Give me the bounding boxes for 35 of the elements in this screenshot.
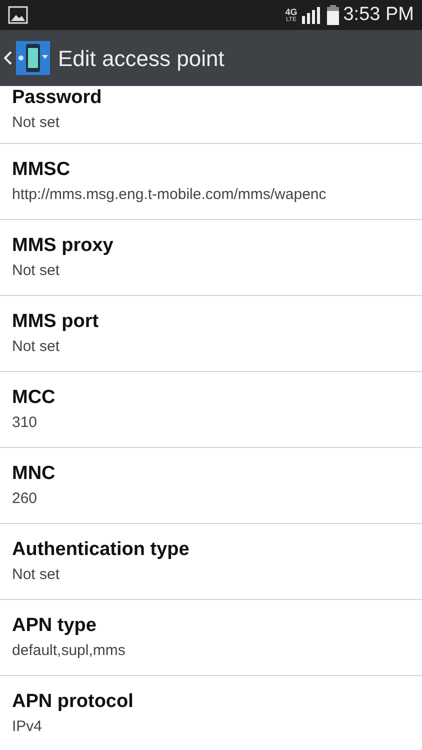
setting-value: Not set	[12, 261, 60, 281]
battery-icon	[327, 5, 340, 25]
setting-title: Authentication type	[12, 538, 190, 562]
setting-title: APN protocol	[12, 690, 134, 714]
setting-title: Password	[12, 86, 102, 110]
setting-value: Not set	[12, 113, 60, 133]
setting-value: IPv4	[12, 717, 42, 737]
setting-title: APN type	[12, 614, 96, 638]
setting-title: MMS proxy	[12, 234, 114, 258]
setting-item[interactable]: APN type default,supl,mms	[0, 600, 422, 676]
phone-settings-icon	[16, 41, 50, 75]
setting-item[interactable]: Password Not set	[0, 86, 422, 144]
setting-value: 310	[12, 413, 38, 433]
setting-item[interactable]: MCC 310	[0, 372, 422, 448]
setting-item[interactable]: MMS proxy Not set	[0, 220, 422, 296]
back-icon	[4, 51, 12, 65]
setting-title: MMS port	[12, 310, 99, 334]
setting-value: 260	[12, 489, 38, 509]
setting-value: Not set	[12, 565, 60, 585]
setting-value: default,supl,mms	[12, 641, 126, 661]
network-type-label: 4G	[285, 8, 298, 16]
setting-value: http://mms.msg.eng.t-mobile.com/mms/wapenc	[12, 185, 326, 205]
clock-time: 3:53 PM	[343, 2, 414, 27]
screen-title: Edit access point	[58, 44, 224, 73]
setting-title: MCC	[12, 386, 56, 410]
setting-item[interactable]: APN protocol IPv4	[0, 676, 422, 750]
setting-item[interactable]: MNC 260	[0, 448, 422, 524]
setting-item[interactable]: MMSC http://mms.msg.eng.t-mobile.com/mms/wapenc	[0, 144, 422, 220]
picture-icon	[8, 6, 28, 24]
setting-item[interactable]: MMS port Not set	[0, 296, 422, 372]
setting-item[interactable]: Authentication type Not set	[0, 524, 422, 600]
setting-title: MNC	[12, 462, 56, 486]
setting-title: MMSC	[12, 158, 70, 182]
setting-value: Not set	[12, 337, 60, 357]
back-button[interactable]	[4, 41, 50, 75]
